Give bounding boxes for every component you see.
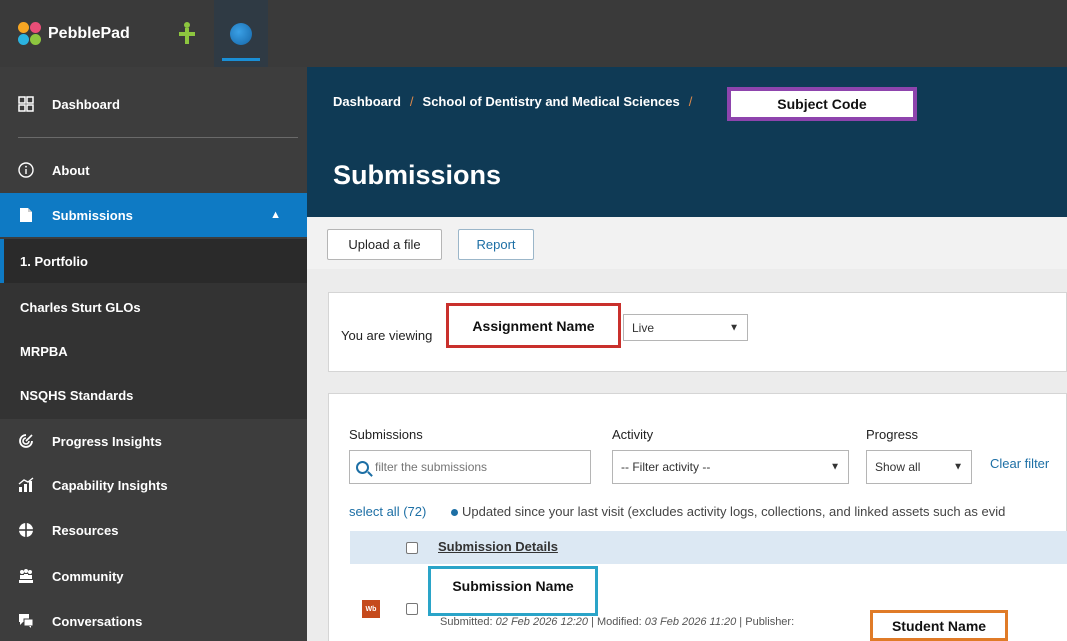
submission-name-label[interactable]: Submission Name bbox=[428, 566, 598, 616]
breadcrumb-separator: / bbox=[409, 94, 414, 109]
sidebar-item-label: Resources bbox=[52, 522, 119, 538]
search-input[interactable] bbox=[349, 450, 591, 484]
viewing-label: You are viewing bbox=[341, 328, 433, 343]
sidebar-item-mrpba[interactable]: MRPBA bbox=[0, 329, 307, 373]
top-bar: PebblePad bbox=[0, 0, 1067, 67]
pebblepad-logo-icon bbox=[18, 21, 42, 46]
sidebar-item-label: About bbox=[52, 162, 90, 178]
chevron-up-icon[interactable]: ▲ bbox=[270, 209, 281, 221]
publisher-label: Publisher: bbox=[745, 616, 795, 628]
workspace-button[interactable] bbox=[214, 0, 268, 67]
progress-label: Progress bbox=[866, 427, 919, 442]
page-title: Submissions bbox=[333, 160, 502, 190]
updated-dot-icon bbox=[451, 509, 458, 517]
upload-file-button[interactable]: Upload a file bbox=[327, 229, 442, 260]
progress-select[interactable]: Show all ▼ bbox=[866, 450, 972, 484]
chevron-down-icon: ▼ bbox=[953, 461, 963, 473]
assignment-name-label: Assignment Name bbox=[446, 303, 621, 348]
search-field[interactable] bbox=[375, 460, 525, 474]
sidebar-item-glos[interactable]: Charles Sturt GLOs bbox=[0, 285, 307, 329]
breadcrumb-separator: / bbox=[688, 94, 693, 109]
activity-select-value: -- Filter activity -- bbox=[621, 460, 711, 474]
subject-code-label: Subject Code bbox=[727, 87, 917, 121]
community-icon bbox=[18, 568, 34, 584]
sidebar-item-capability-insights[interactable]: Capability Insights bbox=[0, 463, 307, 507]
sidebar-item-community[interactable]: Community bbox=[0, 553, 307, 599]
sidebar-item-label: 1. Portfolio bbox=[20, 253, 88, 269]
submissions-filter-label: Submissions bbox=[349, 427, 423, 442]
sidebar-item-label: Capability Insights bbox=[52, 477, 168, 493]
sidebar-item-resources[interactable]: Resources bbox=[0, 507, 307, 553]
globe-icon bbox=[230, 22, 252, 45]
dashboard-icon bbox=[18, 96, 34, 112]
activity-select[interactable]: -- Filter activity -- ▼ bbox=[612, 450, 849, 484]
sidebar-item-label: Progress Insights bbox=[52, 433, 162, 449]
status-select[interactable]: Live ▼ bbox=[623, 314, 748, 341]
submitted-label: Submitted: bbox=[440, 616, 493, 628]
updated-note-text: Updated since your last visit (excludes … bbox=[462, 504, 1006, 519]
modified-date: 03 Feb 2026 11:20 bbox=[644, 616, 737, 628]
updated-note: Updated since your last visit (excludes … bbox=[451, 504, 1005, 519]
column-header-submission-details[interactable]: Submission Details bbox=[438, 539, 558, 554]
submitted-date: 02 Feb 2026 12:20 bbox=[495, 616, 589, 628]
workbook-icon: Wb bbox=[362, 600, 380, 618]
status-select-value: Live bbox=[632, 320, 655, 335]
sidebar-item-portfolio[interactable]: 1. Portfolio bbox=[0, 239, 307, 283]
capability-icon bbox=[18, 477, 34, 493]
sidebar-item-label: Community bbox=[52, 568, 124, 584]
report-button[interactable]: Report bbox=[458, 229, 534, 260]
progress-icon bbox=[18, 433, 34, 449]
student-name-label[interactable]: Student Name bbox=[870, 610, 1008, 641]
sidebar-item-submissions[interactable]: Submissions ▲ bbox=[0, 193, 307, 237]
sidebar-item-label: Charles Sturt GLOs bbox=[20, 299, 141, 315]
clear-filter-link[interactable]: Clear filter bbox=[990, 456, 1049, 471]
sidebar-item-label: Dashboard bbox=[52, 96, 120, 112]
sidebar-divider bbox=[18, 137, 298, 138]
breadcrumb-school[interactable]: School of Dentistry and Medical Sciences bbox=[423, 94, 680, 109]
submission-meta: Submitted: 02 Feb 2026 12:20 | Modified:… bbox=[440, 616, 795, 628]
sidebar-item-label: NSQHS Standards bbox=[20, 387, 134, 403]
chevron-down-icon: ▼ bbox=[729, 322, 739, 333]
breadcrumb: Dashboard / School of Dentistry and Medi… bbox=[333, 94, 701, 109]
sidebar-item-label: Submissions bbox=[52, 207, 133, 223]
table-row[interactable]: Wb Submission Name Submitted: 02 Feb 202… bbox=[350, 564, 1067, 641]
sidebar: Dashboard About Submissions ▲ 1. Portfol… bbox=[0, 67, 307, 641]
select-all-link[interactable]: select all (72) bbox=[349, 504, 426, 519]
app-logo[interactable]: PebblePad bbox=[0, 0, 158, 67]
sidebar-item-nsqhs[interactable]: NSQHS Standards bbox=[0, 373, 307, 417]
sidebar-item-label: Conversations bbox=[52, 613, 143, 629]
sidebar-item-dashboard[interactable]: Dashboard bbox=[0, 81, 307, 127]
viewing-panel: You are viewing Assignment Name Live ▼ bbox=[328, 292, 1067, 372]
conversations-icon bbox=[18, 613, 34, 629]
table-header: Submission Details bbox=[350, 531, 1067, 564]
page-header: Dashboard / School of Dentistry and Medi… bbox=[307, 67, 1067, 217]
chevron-down-icon: ▼ bbox=[830, 461, 840, 473]
create-button[interactable] bbox=[160, 0, 214, 67]
toolbar: Upload a file Report bbox=[307, 217, 1067, 269]
search-icon bbox=[356, 460, 369, 474]
document-icon bbox=[18, 207, 34, 223]
sidebar-item-about[interactable]: About bbox=[0, 147, 307, 193]
info-icon bbox=[18, 162, 34, 178]
app-name: PebblePad bbox=[48, 24, 130, 42]
sidebar-item-progress-insights[interactable]: Progress Insights bbox=[0, 419, 307, 463]
row-checkbox[interactable] bbox=[406, 603, 418, 615]
modified-label: Modified: bbox=[597, 616, 642, 628]
breadcrumb-dashboard[interactable]: Dashboard bbox=[333, 94, 401, 109]
sidebar-item-conversations[interactable]: Conversations bbox=[0, 599, 307, 641]
progress-select-value: Show all bbox=[875, 460, 921, 474]
plus-icon bbox=[177, 21, 197, 44]
select-all-checkbox[interactable] bbox=[406, 542, 418, 554]
activity-label: Activity bbox=[612, 427, 654, 442]
resources-icon bbox=[18, 522, 34, 538]
sidebar-item-label: MRPBA bbox=[20, 343, 68, 359]
